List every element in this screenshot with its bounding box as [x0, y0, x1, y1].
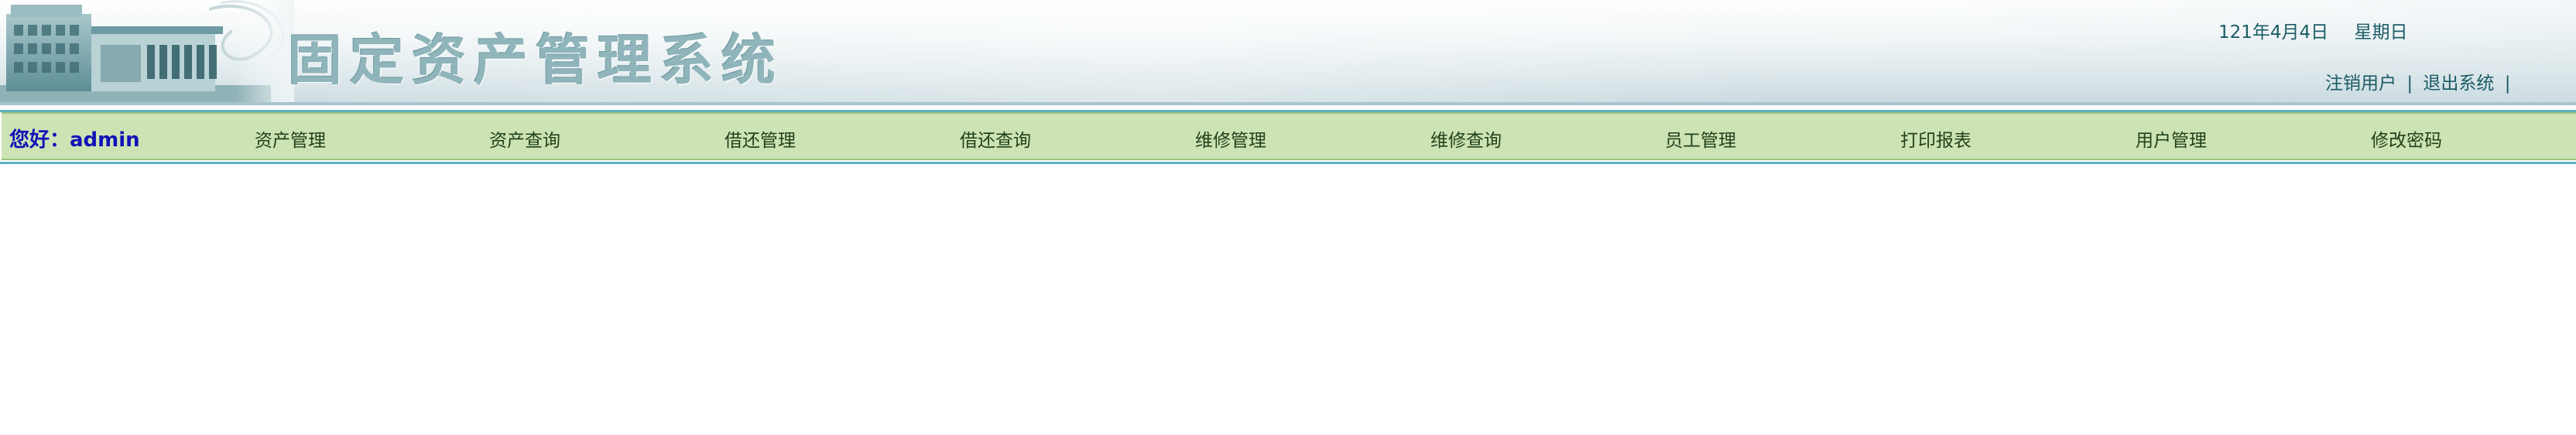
main-content-area [0, 164, 2576, 435]
header-divider [0, 102, 2576, 105]
nav-item-print-report[interactable]: 打印报表 [1900, 125, 1971, 152]
nav-item-borrow-return-query[interactable]: 借还查询 [960, 125, 1031, 152]
logout-user-link[interactable]: 注销用户 [2325, 74, 2396, 94]
link-separator: | [2504, 74, 2511, 94]
main-nav-bar: 您好：admin 资产管理 资产查询 借还管理 借还查询 维修管理 维修查询 员… [2, 112, 2576, 160]
header-links: 注销用户 | 退出系统 | [2325, 68, 2515, 94]
nav-item-employee-management[interactable]: 员工管理 [1665, 125, 1736, 152]
building-logo-image [0, 0, 294, 102]
nav-item-repair-query[interactable]: 维修查询 [1430, 125, 1502, 152]
nav-item-asset-query[interactable]: 资产查询 [489, 125, 560, 152]
nav-item-asset-management[interactable]: 资产管理 [255, 125, 326, 152]
header-banner: 固定资产管理系统 121年4月4日 星期日 注销用户 | 退出系统 | [0, 0, 2576, 102]
nav-item-borrow-return-management[interactable]: 借还管理 [724, 125, 796, 152]
greeting-prefix: 您好： [9, 128, 70, 152]
link-separator: | [2406, 74, 2413, 94]
system-title: 固定资产管理系统 [288, 28, 783, 92]
date-text: 121年4月4日 [2218, 22, 2329, 43]
user-greeting: 您好：admin [9, 124, 140, 152]
weekday-text: 星期日 [2354, 22, 2408, 43]
nav-item-repair-management[interactable]: 维修管理 [1195, 125, 1266, 152]
exit-system-link[interactable]: 退出系统 [2423, 74, 2494, 94]
nav-item-change-password[interactable]: 修改密码 [2371, 125, 2442, 152]
current-date: 121年4月4日 星期日 [2218, 17, 2407, 43]
username: admin [70, 128, 140, 152]
nav-item-user-management[interactable]: 用户管理 [2136, 125, 2207, 152]
app-window: 固定资产管理系统 121年4月4日 星期日 注销用户 | 退出系统 | 您好：a… [0, 0, 2576, 435]
